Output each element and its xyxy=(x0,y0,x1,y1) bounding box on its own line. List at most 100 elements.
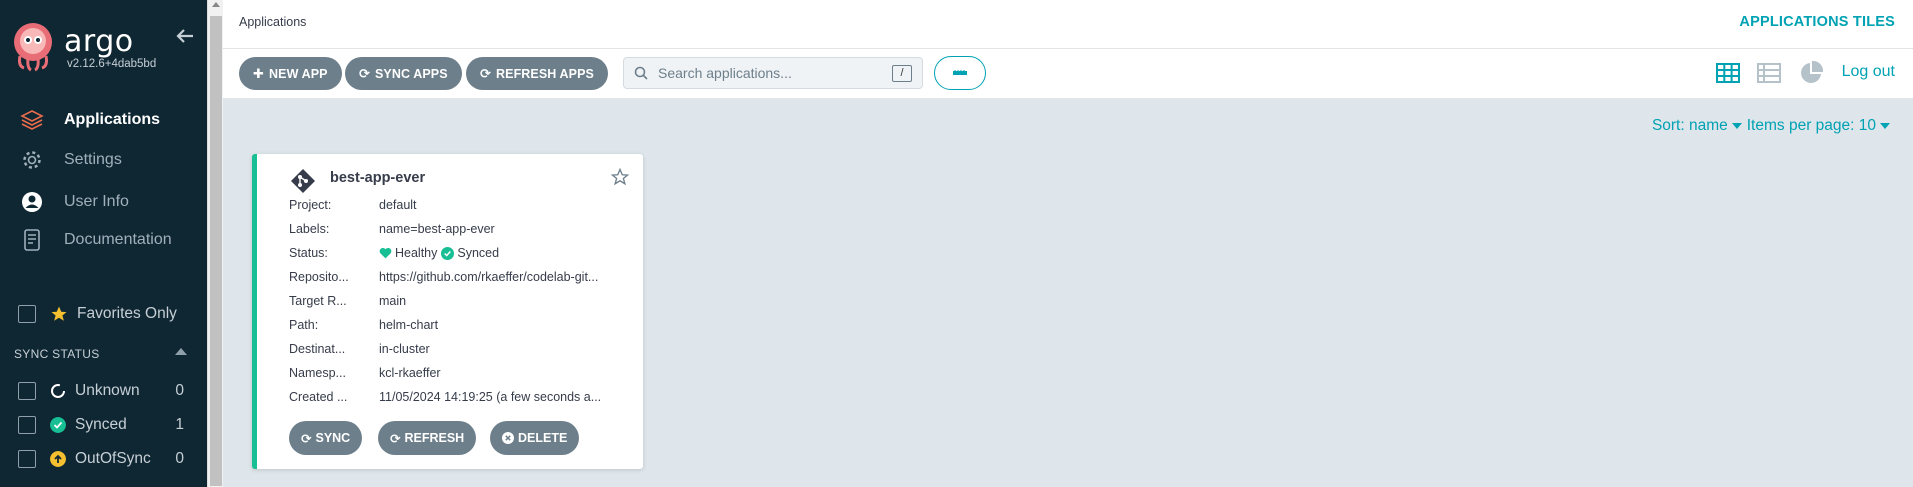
sync-status: Synced xyxy=(457,246,500,260)
nav-label: Applications xyxy=(64,111,161,128)
search-box[interactable]: / xyxy=(623,57,923,89)
field-value: kcl-rkaeffer xyxy=(379,366,441,380)
sync-filter-label: OutOfSync xyxy=(75,450,151,467)
new-app-button[interactable]: ✚ NEW APP xyxy=(239,57,342,90)
heart-icon xyxy=(379,247,392,259)
refresh-icon: ⟳ xyxy=(480,65,491,81)
button-label: DELETE xyxy=(518,431,568,445)
favorites-filter[interactable]: Favorites Only xyxy=(18,305,177,323)
nav-item-user-info[interactable]: User Info xyxy=(0,184,207,220)
chevron-down-icon[interactable] xyxy=(1880,123,1890,129)
refresh-button[interactable]: ⟳ REFRESH xyxy=(378,421,477,455)
app-name[interactable]: best-app-ever xyxy=(330,170,425,186)
scrollbar-thumb[interactable] xyxy=(210,16,222,486)
field-value: in-cluster xyxy=(379,342,430,356)
search-shortcut-hint: / xyxy=(892,65,912,82)
synced-check-icon xyxy=(441,246,455,260)
button-label: REFRESH APPS xyxy=(496,66,594,81)
version-label: v2.12.6+4dab5bd xyxy=(67,58,157,70)
field-value: main xyxy=(379,294,407,308)
favorites-label: Favorites Only xyxy=(77,305,177,322)
button-label: SYNC APPS xyxy=(375,66,448,81)
sync-apps-button[interactable]: ⟳ SYNC APPS xyxy=(345,57,462,90)
tiles-view-icon[interactable] xyxy=(1716,61,1740,85)
field-project: Project: default xyxy=(289,196,417,214)
logout-link[interactable]: Log out xyxy=(1842,63,1895,81)
sidebar: argo v2.12.6+4dab5bd Applications Settin… xyxy=(0,0,207,487)
sync-filter-label: Synced xyxy=(75,416,127,433)
button-label: REFRESH xyxy=(404,431,465,445)
plus-icon: ✚ xyxy=(253,65,264,81)
sync-icon: ⟳ xyxy=(359,65,370,81)
delete-button[interactable]: DELETE xyxy=(490,421,580,455)
sync-filter-label: Unknown xyxy=(75,382,140,399)
sort-controls: Sort: name Items per page: 10 xyxy=(1652,117,1895,135)
field-key: Status: xyxy=(289,246,328,260)
user-icon xyxy=(0,191,64,213)
argo-logo-icon[interactable] xyxy=(12,22,54,72)
unknown-status-icon xyxy=(51,384,65,398)
field-labels: Labels: name=best-app-ever xyxy=(289,220,495,238)
search-input[interactable] xyxy=(658,65,878,81)
field-key: Path: xyxy=(289,318,319,332)
filter-icon xyxy=(953,70,967,75)
field-key: Created ... xyxy=(289,390,348,404)
layers-icon xyxy=(0,108,64,132)
star-icon xyxy=(51,306,67,321)
breadcrumb[interactable]: Applications xyxy=(239,15,306,29)
field-key: Target R... xyxy=(289,294,347,308)
delete-circle-x-icon xyxy=(502,432,514,444)
nav-item-documentation[interactable]: Documentation xyxy=(0,222,207,258)
outofsync-arrow-icon xyxy=(50,451,66,467)
field-status: Status: Healthy Synced xyxy=(289,244,499,262)
list-view-icon[interactable] xyxy=(1757,61,1781,85)
sync-button[interactable]: ⟳ SYNC xyxy=(289,421,363,455)
field-key: Reposito... xyxy=(289,270,349,284)
collapse-caret-icon[interactable] xyxy=(175,348,187,355)
nav-label: Settings xyxy=(64,151,122,168)
app-tile[interactable]: best-app-ever Project: default Labels: n… xyxy=(252,154,643,469)
field-path: Path: helm-chart xyxy=(289,316,438,334)
toolbar: ✚ NEW APP ⟳ SYNC APPS ⟳ REFRESH APPS / L… xyxy=(223,49,1913,99)
document-icon xyxy=(0,229,64,251)
sync-filter-checkbox[interactable] xyxy=(18,382,36,400)
nav-item-applications[interactable]: Applications xyxy=(0,102,207,138)
items-per-page-dropdown[interactable]: Items per page: 10 xyxy=(1747,117,1876,135)
chevron-down-icon[interactable] xyxy=(1731,123,1742,129)
sync-icon: ⟳ xyxy=(301,431,312,446)
sync-filter-count: 0 xyxy=(175,450,184,467)
refresh-apps-button[interactable]: ⟳ REFRESH APPS xyxy=(466,57,608,90)
top-header: Applications APPLICATIONS TILES xyxy=(223,0,1913,49)
field-key: Labels: xyxy=(289,222,330,236)
nav-item-settings[interactable]: Settings xyxy=(0,142,207,178)
sync-filter-outofsync[interactable]: OutOfSync 0 xyxy=(18,448,188,470)
sync-filter-count: 0 xyxy=(175,382,184,399)
sidebar-scrollbar[interactable] xyxy=(207,0,223,487)
field-created: Created ... 11/05/2024 14:19:25 (a few s… xyxy=(289,388,601,406)
scroll-up-arrow-icon[interactable] xyxy=(212,2,220,7)
sync-filter-unknown[interactable]: Unknown 0 xyxy=(18,380,188,402)
field-namespace: Namesp... kcl-rkaeffer xyxy=(289,364,441,382)
health-status: Healthy xyxy=(395,246,438,260)
refresh-icon: ⟳ xyxy=(390,431,401,446)
pie-chart-view-icon[interactable] xyxy=(1799,61,1823,85)
button-label: SYNC xyxy=(315,431,351,445)
sync-filter-checkbox[interactable] xyxy=(18,416,36,434)
sync-status-heading: SYNC STATUS xyxy=(14,347,100,361)
field-value: default xyxy=(379,198,417,212)
brand-name: argo xyxy=(64,24,134,59)
sync-filter-synced[interactable]: Synced 1 xyxy=(18,414,188,436)
sync-filter-count: 1 xyxy=(175,416,184,433)
button-label: NEW APP xyxy=(269,66,328,81)
favorites-checkbox[interactable] xyxy=(18,305,36,323)
collapse-arrow-icon[interactable] xyxy=(175,26,195,46)
page-title: APPLICATIONS TILES xyxy=(1739,14,1895,30)
field-destination: Destinat... in-cluster xyxy=(289,340,430,358)
sort-dropdown[interactable]: Sort: name xyxy=(1652,117,1728,135)
field-key: Namesp... xyxy=(289,366,346,380)
filter-toggle-button[interactable] xyxy=(934,56,986,90)
field-value[interactable]: https://github.com/rkaeffer/codelab-git.… xyxy=(379,270,598,284)
sync-filter-checkbox[interactable] xyxy=(18,450,36,468)
git-icon xyxy=(291,169,315,193)
favorite-star-icon[interactable] xyxy=(611,168,629,186)
